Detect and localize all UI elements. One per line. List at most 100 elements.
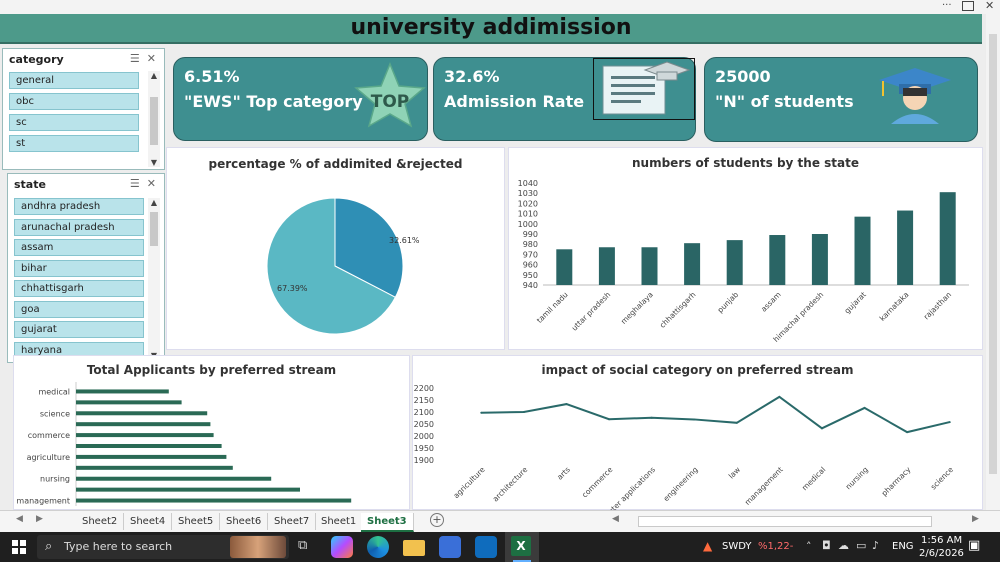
search-highlight-image[interactable] xyxy=(230,536,286,558)
tab-scroll-left-icon[interactable]: ◀ xyxy=(16,514,23,524)
kpi-label: "N" of students xyxy=(715,92,854,111)
state-bar-chart: 940950960 97098099010001010 102010301040 ta… xyxy=(518,179,969,344)
camera-icon[interactable]: ◘ xyxy=(822,539,831,552)
tab-sheet6[interactable]: Sheet6 xyxy=(220,513,269,530)
pie-chart-panel: percentage % of addimited &rejected 32.6… xyxy=(166,147,505,350)
x-tick-label: arts xyxy=(555,465,572,482)
state-bar-chart-panel: numbers of students by the state 940 950 9… xyxy=(508,147,983,350)
cloud-icon[interactable]: ☁ xyxy=(838,539,849,552)
battery-icon[interactable]: ▭ xyxy=(856,539,866,552)
close-icon[interactable]: ✕ xyxy=(985,0,994,12)
tab-sheet2[interactable]: Sheet2 xyxy=(76,513,125,530)
edge-icon[interactable] xyxy=(367,536,389,558)
add-sheet-icon[interactable]: + xyxy=(430,513,444,527)
category-slicer-scrollbar[interactable]: ▲ ▼ xyxy=(148,71,160,167)
slicer-item-bihar[interactable]: bihar xyxy=(14,260,144,277)
y-tick-label: 950 xyxy=(523,271,538,280)
show-hidden-icons-icon[interactable]: ˄ xyxy=(806,540,812,553)
tab-sheet4[interactable]: Sheet4 xyxy=(124,513,173,530)
slicer-item-gujarat[interactable]: gujarat xyxy=(14,321,144,338)
kpi-card-top-category: 6.51% "EWS" Top category TOP xyxy=(173,57,428,141)
slicer-item-obc[interactable]: obc xyxy=(9,93,139,110)
slicer-item-st[interactable]: st xyxy=(9,135,139,152)
stock-ticker[interactable]: SWDY xyxy=(722,541,752,552)
language-indicator[interactable]: ENG xyxy=(892,541,914,552)
bar xyxy=(939,192,956,285)
scroll-up-icon[interactable]: ▲ xyxy=(148,198,160,207)
hscroll-right-icon[interactable]: ▶ xyxy=(972,514,979,524)
category-slicer-header: category xyxy=(9,53,64,66)
x-tick-label: tamil nadu xyxy=(535,290,570,325)
restore-icon[interactable] xyxy=(962,1,974,11)
bar xyxy=(897,210,914,285)
kpi-value: 25000 xyxy=(715,67,771,86)
y-tick-label: 1950 xyxy=(414,444,434,453)
x-tick-label: assam xyxy=(759,290,783,314)
copilot-icon[interactable] xyxy=(331,536,353,558)
clock-date[interactable]: 2/6/2026 xyxy=(919,548,964,559)
notifications-icon[interactable]: ▣ xyxy=(968,538,980,553)
slicer-item-assam[interactable]: assam xyxy=(14,239,144,256)
hscroll-left-icon[interactable]: ◀ xyxy=(612,514,619,524)
bar xyxy=(76,487,300,492)
tab-sheet7[interactable]: Sheet7 xyxy=(268,513,317,530)
tab-sheet1[interactable]: Sheet1 xyxy=(315,513,364,530)
data-point xyxy=(906,431,909,434)
x-tick-label: chhattisgarh xyxy=(658,290,698,330)
more-options-icon[interactable]: ··· xyxy=(942,0,952,11)
scroll-up-icon[interactable]: ▲ xyxy=(148,71,160,80)
category-slicer[interactable]: category ☰ ✕ general obc sc st ▲ ▼ xyxy=(2,48,165,170)
dashboard-title: university addimission xyxy=(0,14,982,44)
stream-bar-chart-panel: Total Applicants by preferred stream man… xyxy=(13,355,410,510)
x-tick-label: gujarat xyxy=(843,290,868,315)
task-view-icon[interactable]: ⧉ xyxy=(298,538,307,553)
excel-taskbar-button[interactable]: X xyxy=(505,532,539,562)
y-tick-label: 2100 xyxy=(414,408,434,417)
y-tick-label: nursing xyxy=(40,475,70,484)
line-chart: 1900195020002050210021502200agriculture a… xyxy=(414,384,956,511)
state-slicer[interactable]: state ☰ ✕ andhra pradesh arunachal prade… xyxy=(7,173,165,363)
y-tick-label: 1000 xyxy=(518,220,538,229)
slicer-item-chhattisgarh[interactable]: chhattisgarh xyxy=(14,280,144,297)
y-tick-label: 940 xyxy=(523,281,538,290)
slicer-item-arunachal-pradesh[interactable]: arunachal pradesh xyxy=(14,219,144,236)
y-tick-label: 960 xyxy=(523,261,538,270)
outlook-icon[interactable] xyxy=(475,536,497,558)
bar xyxy=(854,216,871,285)
x-tick-label: punjab xyxy=(716,290,741,315)
slicer-item-goa[interactable]: goa xyxy=(14,301,144,318)
clear-filter-icon[interactable]: ✕ xyxy=(147,52,156,65)
bar xyxy=(684,243,701,285)
y-tick-label: 1030 xyxy=(518,189,538,198)
y-tick-label: 1040 xyxy=(518,179,538,188)
x-tick-label: karnataka xyxy=(878,290,911,323)
tab-sheet3[interactable]: Sheet3 xyxy=(361,513,414,532)
store-icon[interactable] xyxy=(439,536,461,558)
clock-time[interactable]: 1:56 AM xyxy=(921,535,962,546)
volume-icon[interactable]: ♪ xyxy=(872,539,879,552)
horizontal-scrollbar[interactable] xyxy=(638,516,932,527)
clear-filter-icon[interactable]: ✕ xyxy=(147,177,156,190)
vertical-scrollbar[interactable] xyxy=(986,14,1000,510)
slicer-item-sc[interactable]: sc xyxy=(9,114,139,131)
state-slicer-scrollbar[interactable]: ▲ ▼ xyxy=(148,198,160,360)
multi-select-icon[interactable]: ☰ xyxy=(130,52,140,65)
pie-slice-label: 32.61% xyxy=(389,236,420,245)
scroll-down-icon[interactable]: ▼ xyxy=(148,158,160,167)
file-explorer-icon[interactable] xyxy=(403,540,425,556)
x-tick-label: medical xyxy=(800,465,827,492)
slicer-item-general[interactable]: general xyxy=(9,72,139,89)
y-tick-label: 980 xyxy=(523,240,538,249)
kpi-label: Admission Rate xyxy=(444,92,585,111)
slicer-item-andhra-pradesh[interactable]: andhra pradesh xyxy=(14,198,144,215)
tab-sheet5[interactable]: Sheet5 xyxy=(172,513,221,530)
kpi-value: 32.6% xyxy=(444,67,500,86)
tab-scroll-right-icon[interactable]: ▶ xyxy=(36,514,43,524)
bar xyxy=(76,498,352,503)
taskbar-search-box[interactable]: ⌕ Type here to search xyxy=(37,535,289,559)
x-tick-label: meghalaya xyxy=(619,290,655,326)
multi-select-icon[interactable]: ☰ xyxy=(130,177,140,190)
x-tick-label: commerce xyxy=(580,465,615,500)
windows-start-icon[interactable] xyxy=(12,540,26,554)
sheet-tab-bar: ◀ ▶ Sheet2 Sheet4 Sheet5 Sheet6 Sheet7 S… xyxy=(0,510,1000,532)
